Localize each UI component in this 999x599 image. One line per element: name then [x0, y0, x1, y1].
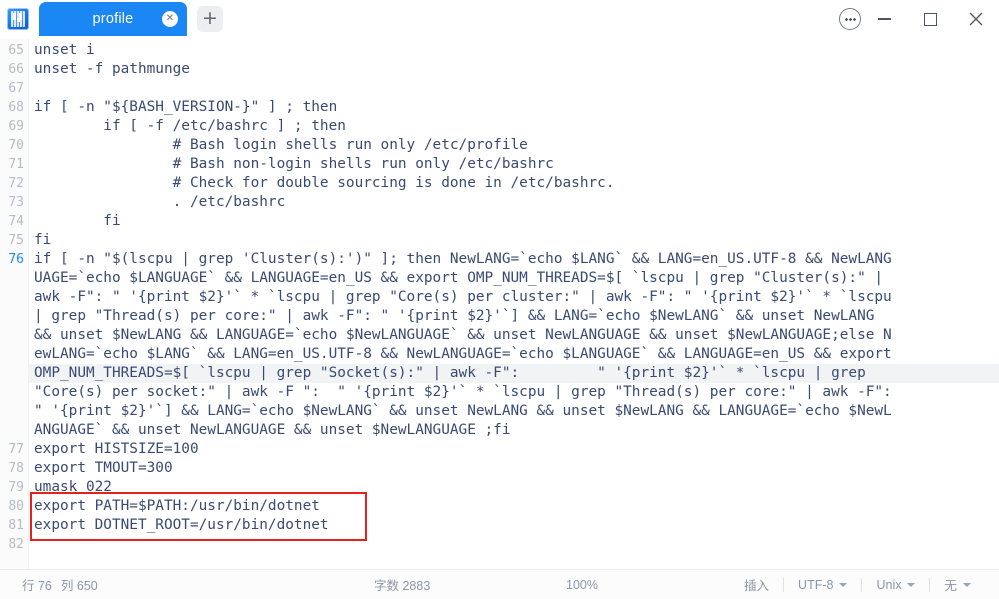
line-number: 66	[8, 62, 24, 77]
line-number: 76	[8, 252, 24, 267]
line-number: 74	[8, 214, 24, 229]
code-text-area[interactable]: unset i unset -f pathmunge if [ -n "${BAS…	[29, 39, 999, 569]
close-icon[interactable]	[953, 0, 999, 38]
code-line: . /etc/bashrc	[34, 194, 286, 210]
encoding-selector[interactable]: UTF-8	[784, 577, 861, 593]
editor-body[interactable]: 65 66 67 68 69 70 71 72 73 74 75 76 77 78 79 80 81 82 un…	[0, 39, 999, 569]
chevron-down-icon	[839, 582, 848, 587]
document-pages-icon	[7, 8, 29, 30]
code-line: unset -f pathmunge	[34, 61, 190, 77]
code-line: export PATH=$PATH:/usr/bin/dotnet	[34, 498, 320, 514]
line-number: 70	[8, 138, 24, 153]
line-number: 81	[8, 518, 24, 533]
maximize-icon[interactable]	[907, 0, 953, 38]
line-number: 73	[8, 195, 24, 210]
code-line: # Check for double sourcing is done in /…	[34, 175, 615, 191]
code-line: if [ -f /etc/bashrc ] ; then	[34, 118, 346, 134]
code-line: if [ -n "$(lscpu | grep 'Cluster(s):')" …	[34, 251, 892, 267]
window-controls	[839, 0, 999, 38]
line-ending-label: Unix	[876, 577, 902, 592]
code-line: awk -F": " '{print $2}'` * `lscpu | grep…	[34, 289, 892, 305]
code-line: fi	[34, 213, 121, 229]
status-bar-right: 插入 UTF-8 Unix 无	[730, 570, 999, 599]
code-line: if [ -n "${BASH_VERSION-}" ] ; then	[34, 99, 338, 115]
caret-position: 行 76 列 650	[22, 575, 98, 594]
syntax-selector[interactable]: 无	[930, 577, 985, 593]
line-number: 75	[8, 233, 24, 248]
status-bar: 行 76 列 650 字数 2883 100% 插入 UTF-8 Unix 无	[0, 569, 999, 599]
chevron-down-icon	[907, 582, 916, 587]
line-number: 72	[8, 176, 24, 191]
code-line: | grep "Thread(s) per core:" | awk -F": …	[34, 308, 875, 324]
code-line: unset i	[34, 42, 95, 58]
insert-mode-label: 插入	[744, 579, 770, 593]
column-indicator: 列 650	[60, 579, 98, 593]
code-line: ANGUAGE` && unset NewLANGUAGE && unset $…	[34, 422, 511, 438]
word-count: 字数 2883	[374, 579, 431, 593]
code-line: OMP_NUM_THREADS=$[ `lscpu | grep "Socket…	[29, 364, 999, 383]
chevron-down-icon	[963, 582, 971, 587]
line-number-gutter: 65 66 67 68 69 70 71 72 73 74 75 76 77 78 79 80 81 82	[0, 39, 29, 569]
zoom-level[interactable]: 100%	[566, 578, 598, 592]
code-line: export HISTSIZE=100	[34, 441, 199, 457]
new-tab-button[interactable]: +	[197, 6, 223, 32]
line-ending-selector[interactable]: Unix	[862, 577, 929, 593]
code-line: umask 022	[34, 479, 112, 495]
tab-label: profile	[92, 11, 134, 27]
line-number: 77	[8, 442, 24, 457]
code-line: UAGE=`echo $LANGUAGE` && LANGUAGE=en_US …	[34, 270, 884, 286]
encoding-label: UTF-8	[798, 577, 834, 592]
more-options-icon[interactable]	[839, 8, 861, 30]
code-line: " '{print $2}'`] && LANG=`echo $NewLANG`…	[34, 403, 892, 419]
code-line: "Core(s) per socket:" | awk -F ": " '{pr…	[34, 384, 892, 400]
syntax-label: 无	[944, 579, 957, 593]
line-number: 68	[8, 100, 24, 115]
line-number: 71	[8, 157, 24, 172]
line-number: 79	[8, 480, 24, 495]
line-number: 65	[8, 43, 24, 58]
code-line: # Bash non-login shells run only /etc/ba…	[34, 156, 554, 172]
tab-profile[interactable]: profile ✕	[39, 2, 187, 36]
code-line: && unset $NewLANG && LANGUAGE=`echo $New…	[34, 327, 892, 343]
title-bar: profile ✕ +	[0, 0, 999, 39]
code-line: fi	[34, 232, 52, 248]
line-number: 69	[8, 119, 24, 134]
tab-close-icon[interactable]: ✕	[162, 11, 178, 27]
line-number: 82	[8, 537, 24, 552]
editor-window: profile ✕ + 65 66 67 68 69 70 71 72 73 74 75 76 77 7…	[0, 0, 999, 599]
code-line: export DOTNET_ROOT=/usr/bin/dotnet	[34, 517, 329, 533]
line-number: 80	[8, 499, 24, 514]
minimize-icon[interactable]	[861, 0, 907, 38]
row-indicator: 行 76	[22, 579, 52, 593]
code-line: # Bash login shells run only /etc/profil…	[34, 137, 528, 153]
code-line: ewLANG=`echo $LANG` && LANG=en_US.UTF-8 …	[34, 346, 892, 362]
line-number: 67	[8, 81, 24, 96]
line-number: 78	[8, 461, 24, 476]
code-line: export TMOUT=300	[34, 460, 173, 476]
insert-mode-indicator[interactable]: 插入	[730, 577, 783, 593]
